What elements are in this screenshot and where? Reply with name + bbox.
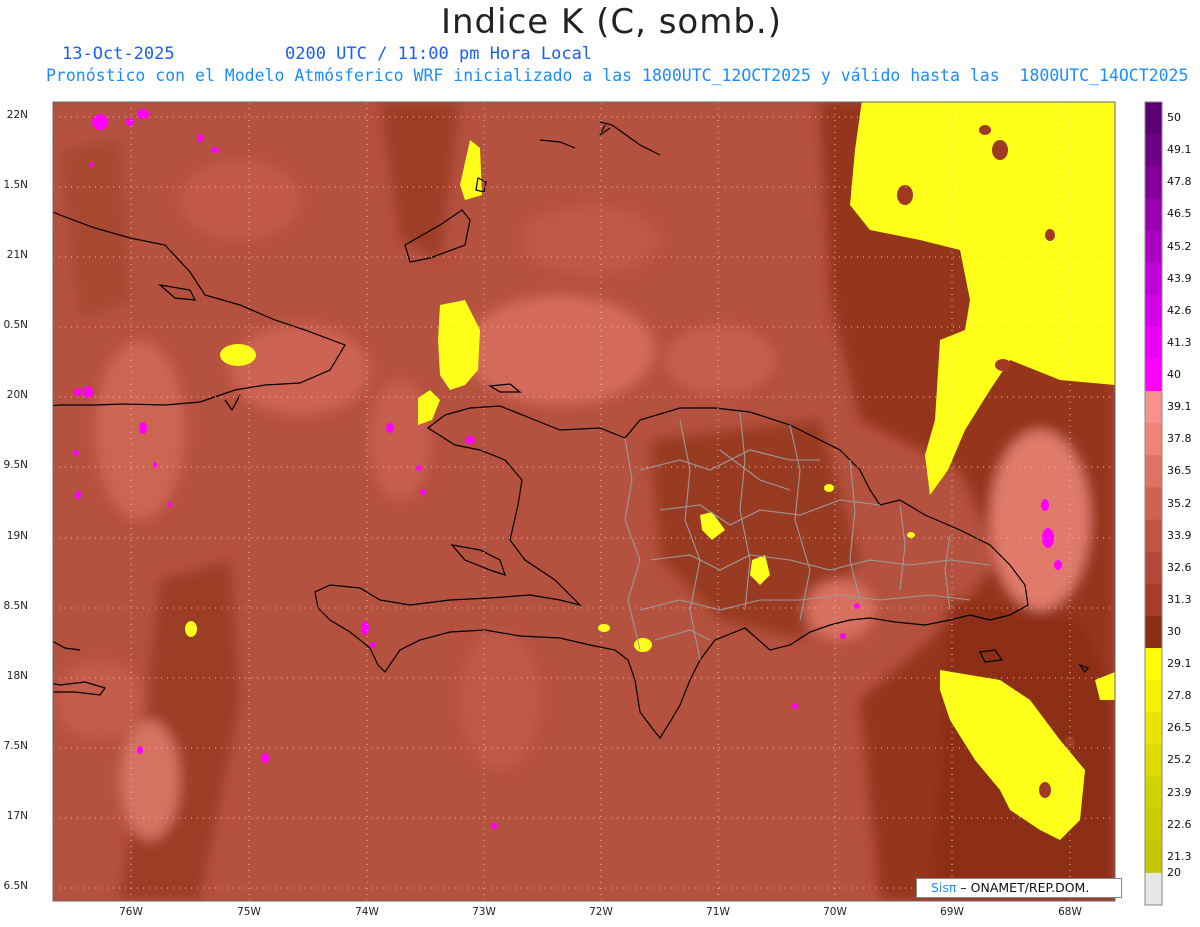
colorbar-swatch bbox=[1145, 358, 1162, 392]
lon-label: 70W bbox=[823, 906, 847, 918]
colorbar-label: 36.5 bbox=[1167, 464, 1192, 478]
colorbar-label: 41.3 bbox=[1167, 335, 1192, 349]
colorbar-swatch bbox=[1145, 712, 1162, 745]
map-title: Indice K (C, somb.) bbox=[440, 2, 783, 42]
colorbar-swatch bbox=[1145, 583, 1162, 617]
lat-label: 6.5N bbox=[3, 880, 28, 892]
colorbar-label: 33.9 bbox=[1167, 528, 1192, 542]
lon-label: 72W bbox=[589, 906, 613, 918]
forecast-time: 0200 UTC / 11:00 pm Hora Local bbox=[285, 44, 593, 64]
lat-label: 1.5N bbox=[3, 179, 28, 191]
colorbar-swatch bbox=[1145, 744, 1162, 778]
colorbar-swatch bbox=[1145, 102, 1162, 135]
colorbar-label: 49.1 bbox=[1167, 143, 1192, 157]
lat-label: 22N bbox=[6, 109, 28, 121]
lat-label: 17N bbox=[6, 810, 28, 822]
colorbar-swatch bbox=[1145, 455, 1162, 488]
lon-label: 74W bbox=[355, 906, 379, 918]
colorbar-swatch bbox=[1145, 134, 1162, 167]
lon-label: 76W bbox=[119, 906, 143, 918]
colorbar-swatch bbox=[1145, 519, 1162, 553]
lat-label: 20N bbox=[6, 389, 28, 401]
lat-label: 8.5N bbox=[3, 600, 28, 612]
colorbar-label: 31.3 bbox=[1167, 592, 1192, 606]
lon-label: 71W bbox=[706, 906, 730, 918]
colorbar-swatch bbox=[1145, 680, 1162, 713]
colorbar-label: 32.6 bbox=[1167, 560, 1192, 574]
colorbar-label: 37.8 bbox=[1167, 432, 1192, 446]
colorbar-label: 43.9 bbox=[1167, 271, 1192, 285]
colorbar-swatch bbox=[1145, 808, 1162, 842]
lat-label: 18N bbox=[6, 670, 28, 682]
colorbar-label: 29.1 bbox=[1167, 657, 1192, 671]
colorbar-label: 45.2 bbox=[1167, 239, 1192, 253]
k-index-field bbox=[53, 102, 1115, 901]
colorbar-label: 21.3 bbox=[1167, 849, 1192, 863]
colorbar-swatch bbox=[1145, 198, 1162, 231]
colorbar-label: 50 bbox=[1167, 111, 1181, 125]
lon-label: 75W bbox=[237, 906, 261, 918]
colorbar-label: 40 bbox=[1167, 368, 1181, 382]
colorbar-label: 46.5 bbox=[1167, 207, 1192, 221]
colorbar-swatch bbox=[1145, 551, 1162, 585]
lat-label: 0.5N bbox=[3, 319, 28, 331]
colorbar-label: 30 bbox=[1167, 624, 1181, 638]
colorbar-swatch bbox=[1145, 487, 1162, 521]
lon-label: 68W bbox=[1058, 906, 1082, 918]
colorbar-label: 47.8 bbox=[1167, 175, 1192, 189]
colorbar-swatch bbox=[1145, 262, 1162, 296]
lon-label: 73W bbox=[472, 906, 496, 918]
forecast-date: 13-Oct-2025 bbox=[62, 44, 175, 64]
colorbar-swatch bbox=[1145, 423, 1162, 456]
colorbar-label: 26.5 bbox=[1167, 721, 1192, 735]
colorbar-label: 27.8 bbox=[1167, 689, 1192, 703]
colorbar-swatch bbox=[1145, 872, 1162, 906]
lat-label: 9.5N bbox=[3, 459, 28, 471]
colorbar-swatch bbox=[1145, 230, 1162, 264]
colorbar-label: 42.6 bbox=[1167, 303, 1192, 317]
lat-label: 7.5N bbox=[3, 740, 28, 752]
colorbar-label: 20 bbox=[1167, 866, 1181, 879]
lat-label: 21N bbox=[6, 249, 28, 261]
colorbar-swatch bbox=[1145, 648, 1162, 681]
colorbar-swatch bbox=[1145, 166, 1162, 199]
colorbar-swatch bbox=[1145, 840, 1162, 874]
sispi-logo-text: Sisπ bbox=[931, 880, 957, 895]
colorbar-label: 23.9 bbox=[1167, 785, 1192, 799]
lon-label: 69W bbox=[940, 906, 964, 918]
colorbar-swatch bbox=[1145, 326, 1162, 360]
colorbar-label: 35.2 bbox=[1167, 496, 1192, 510]
lat-label: 19N bbox=[6, 530, 28, 542]
colorbar-swatch bbox=[1145, 776, 1162, 810]
credit-org: – ONAMET/REP.DOM. bbox=[956, 880, 1090, 895]
credit-box: Sisπ – ONAMET/REP.DOM. bbox=[916, 878, 1122, 898]
colorbar-swatch bbox=[1145, 391, 1162, 424]
forecast-subtitle: Pronóstico con el Modelo Atmósferico WRF… bbox=[46, 66, 1189, 85]
colorbar-label: 22.6 bbox=[1167, 817, 1192, 831]
colorbar-swatch bbox=[1145, 615, 1162, 649]
colorbar-label: 39.1 bbox=[1167, 400, 1192, 414]
colorbar-label: 25.2 bbox=[1167, 753, 1192, 767]
k-index-map bbox=[52, 101, 1163, 906]
colorbar-swatch bbox=[1145, 294, 1162, 328]
colorbar bbox=[1145, 102, 1162, 906]
